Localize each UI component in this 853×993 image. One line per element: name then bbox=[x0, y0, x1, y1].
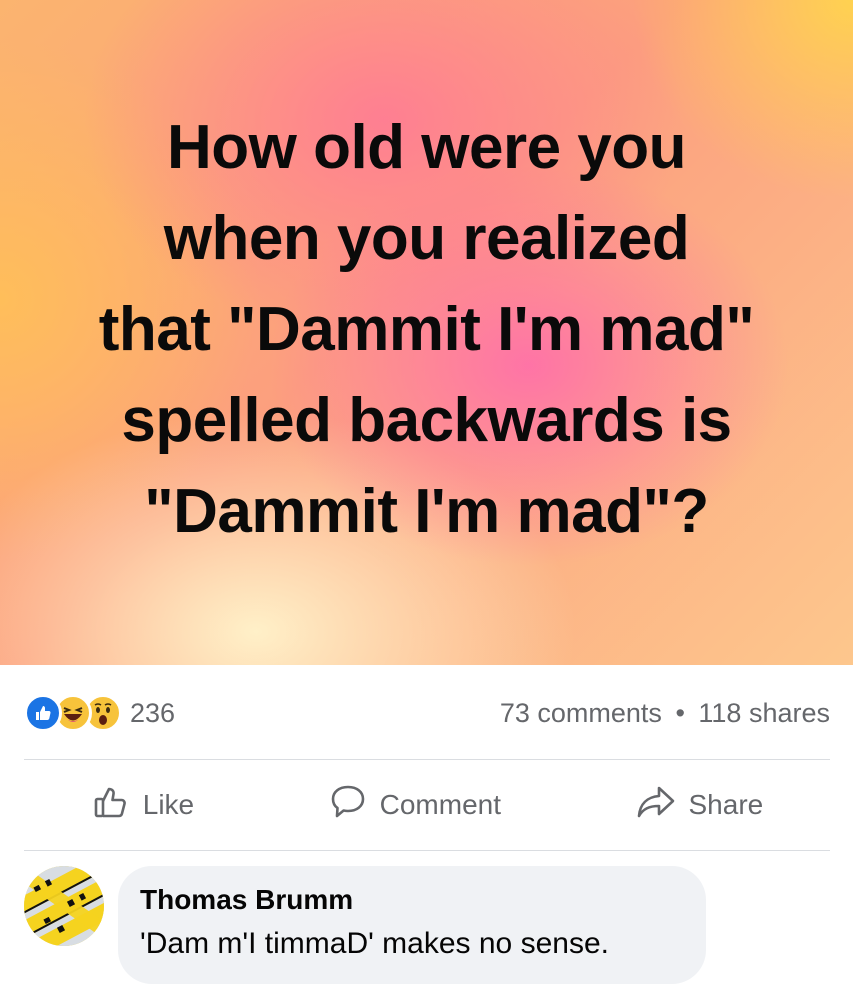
post-text: How old were you when you realized that … bbox=[98, 113, 755, 546]
speech-bubble-icon bbox=[328, 782, 368, 829]
post-action-bar: Like Comment Share bbox=[24, 770, 830, 840]
like-button[interactable]: Like bbox=[91, 782, 194, 829]
like-reaction-icon bbox=[24, 694, 62, 732]
share-arrow-icon bbox=[635, 782, 677, 829]
share-button-label: Share bbox=[688, 789, 764, 820]
comment-item: Thomas Brumm 'Dam m'I timmaD' makes no s… bbox=[24, 866, 830, 984]
comment-button[interactable]: Comment bbox=[328, 782, 501, 829]
post-background-banner: How old were you when you realized that … bbox=[0, 0, 853, 665]
reaction-summary[interactable]: 236 bbox=[24, 694, 175, 732]
commenter-name[interactable]: Thomas Brumm bbox=[140, 882, 682, 918]
reaction-count: 236 bbox=[130, 697, 176, 728]
divider-top bbox=[24, 759, 830, 760]
share-button[interactable]: Share bbox=[635, 782, 764, 829]
shares-count-link[interactable]: 118 shares bbox=[698, 698, 830, 728]
caution-tape-avatar-image bbox=[24, 866, 104, 946]
comment-bubble: Thomas Brumm 'Dam m'I timmaD' makes no s… bbox=[118, 866, 706, 984]
thumbs-up-icon bbox=[91, 782, 131, 829]
post-stats-bar: 236 73 comments • 118 shares bbox=[24, 690, 830, 736]
like-button-label: Like bbox=[142, 789, 195, 820]
commenter-avatar[interactable] bbox=[24, 866, 104, 946]
comment-text: 'Dam m'I timmaD' makes no sense. bbox=[140, 927, 609, 960]
divider-bottom bbox=[24, 850, 830, 851]
comment-button-label: Comment bbox=[379, 789, 501, 820]
comments-shares-summary: 73 comments • 118 shares bbox=[500, 698, 830, 729]
stats-separator: • bbox=[675, 697, 685, 728]
comments-count-link[interactable]: 73 comments bbox=[500, 698, 662, 728]
